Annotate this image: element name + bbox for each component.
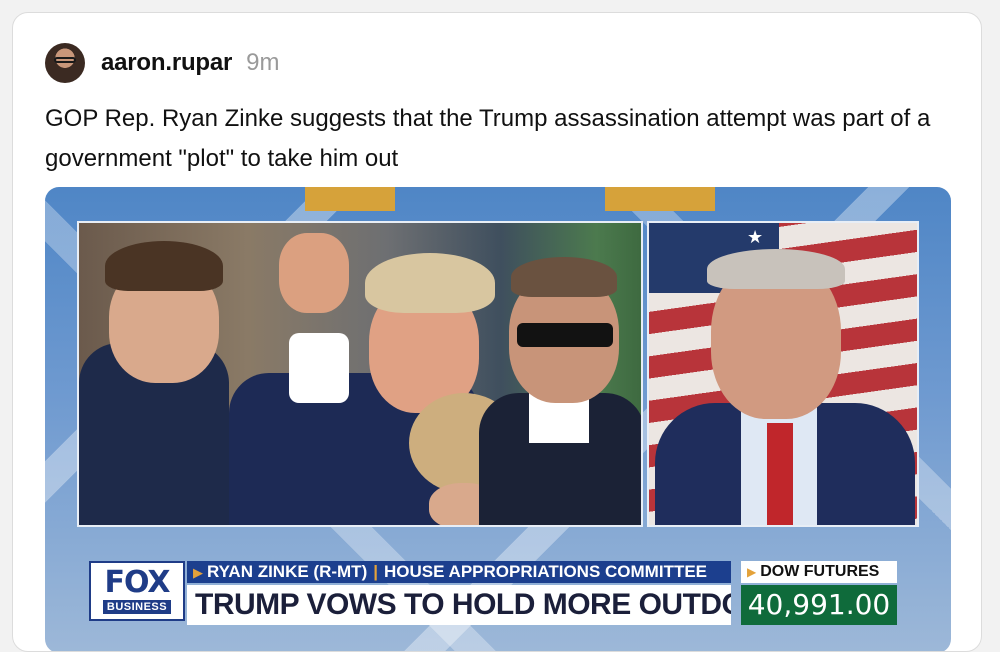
right-video-panel: ★ — [647, 221, 919, 527]
headline: TRUMP VOWS TO HOLD MORE OUTDOOR RALLIES — [187, 585, 731, 625]
video-thumbnail[interactable]: ★ FOX BUSINESS ▶ RYAN ZINKE (R-MT) | HOUSE … — [45, 187, 951, 651]
guest-name: RYAN ZINKE (R-MT) — [207, 562, 368, 581]
agent-sunglasses-figure — [479, 243, 641, 525]
avatar[interactable] — [45, 43, 85, 83]
network-logo-text: FOX — [104, 565, 170, 600]
left-video-panel — [77, 221, 643, 527]
network-sub-text: BUSINESS — [102, 600, 172, 614]
username[interactable]: aaron.rupar — [101, 49, 232, 77]
ticker-label-text: DOW FUTURES — [760, 563, 880, 580]
post-timestamp: 9m — [246, 49, 280, 76]
play-triangle-icon: ▶ — [747, 565, 757, 579]
zinke-figure — [649, 223, 917, 525]
background-stripe — [305, 187, 395, 211]
post-text: GOP Rep. Ryan Zinke suggests that the Tr… — [45, 105, 931, 172]
play-triangle-icon: ▶ — [193, 565, 203, 580]
post-card[interactable]: aaron.rupar 9m GOP Rep. Ryan Zinke sugge… — [12, 12, 982, 652]
background-stripe — [605, 187, 715, 211]
ticker-label: ▶ DOW FUTURES — [741, 561, 897, 583]
guest-role: HOUSE APPROPRIATIONS COMMITTEE — [384, 562, 708, 581]
glasses-shape — [54, 57, 76, 63]
post-header: aaron.rupar 9m — [45, 43, 280, 83]
ticker-value: 40,991.00 — [741, 585, 897, 625]
fox-business-logo: FOX BUSINESS — [89, 561, 185, 621]
news-chyron: FOX BUSINESS ▶ RYAN ZINKE (R-MT) | HOUSE AP… — [89, 561, 905, 651]
lower-third-title: ▶ RYAN ZINKE (R-MT) | HOUSE APPROPRIATIONS … — [187, 561, 731, 583]
separator: | — [373, 562, 378, 581]
